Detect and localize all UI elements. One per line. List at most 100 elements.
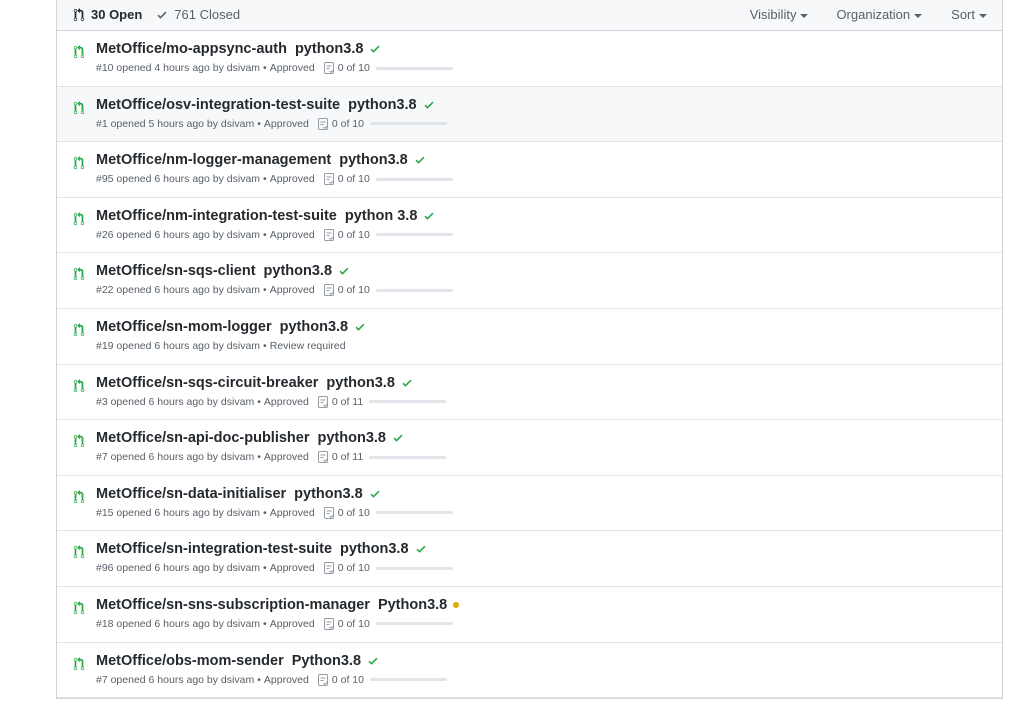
check-icon[interactable] xyxy=(401,377,413,389)
review-status[interactable]: Approved xyxy=(270,507,315,519)
pull-request-label[interactable]: python3.8 xyxy=(326,375,394,391)
pull-request-label[interactable]: python3.8 xyxy=(295,41,363,57)
pull-request-meta: #96 opened 6 hours ago by dsivam xyxy=(96,562,261,575)
pull-request-icon xyxy=(73,489,85,504)
pull-request-title[interactable]: MetOffice/mo-appsync-auth xyxy=(96,41,287,57)
pull-request-row[interactable]: MetOffice/sn-data-initialiser python3.8 #1… xyxy=(57,475,1002,532)
pull-request-icon xyxy=(73,100,85,115)
review-status[interactable]: Approved xyxy=(270,229,315,241)
task-progress-bar xyxy=(369,455,447,459)
organization-dropdown[interactable]: Organization xyxy=(836,7,923,22)
open-count: 30 Open xyxy=(91,7,143,22)
pull-request-title[interactable]: MetOffice/sn-data-initialiser xyxy=(96,486,286,502)
visibility-dropdown[interactable]: Visibility xyxy=(750,7,809,22)
pull-request-icon xyxy=(73,211,85,226)
closed-filter-link[interactable]: 761 Closed xyxy=(156,7,240,22)
pull-request-title[interactable]: MetOffice/sn-api-doc-publisher xyxy=(96,430,310,446)
review-status[interactable]: Approved xyxy=(270,284,315,296)
sort-dropdown[interactable]: Sort xyxy=(951,7,987,22)
pull-request-row[interactable]: MetOffice/sn-sns-subscription-manager Pyt… xyxy=(57,586,1002,643)
open-filter-link[interactable]: 30 Open xyxy=(73,7,142,22)
pull-request-row[interactable]: MetOffice/sn-api-doc-publisher python3.8 #… xyxy=(57,420,1002,476)
pull-request-row[interactable]: MetOffice/sn-sqs-circuit-breaker python3.… xyxy=(57,364,1002,421)
check-icon[interactable] xyxy=(392,432,404,444)
task-progress-bar xyxy=(375,233,453,237)
pull-request-title[interactable]: MetOffice/sn-integration-test-suite xyxy=(96,541,332,557)
pull-request-label[interactable]: python3.8 xyxy=(294,486,362,502)
pull-request-label[interactable]: python3.8 xyxy=(340,541,408,557)
task-count: 0 of 10 xyxy=(337,62,370,74)
pull-request-title[interactable]: MetOffice/nm-logger-management xyxy=(96,152,331,168)
separator-dot: • xyxy=(263,284,267,297)
check-icon[interactable] xyxy=(415,543,427,555)
pull-request-title[interactable]: MetOffice/sn-sns-subscription-manager xyxy=(96,597,370,613)
pull-request-row[interactable]: MetOffice/nm-integration-test-suite pytho… xyxy=(57,197,1002,254)
pull-request-row[interactable]: MetOffice/nm-logger-management python3.8 #… xyxy=(57,142,1002,198)
pull-request-row[interactable]: MetOffice/mo-appsync-auth python3.8 #10 op… xyxy=(57,31,1002,87)
check-icon[interactable] xyxy=(338,265,350,277)
checklist-icon xyxy=(323,562,335,575)
review-status[interactable]: Approved xyxy=(270,173,315,185)
pull-request-meta: #22 opened 6 hours ago by dsivam xyxy=(96,284,261,297)
pull-request-label[interactable]: python3.8 xyxy=(280,319,348,335)
pull-request-meta: #7 opened 6 hours ago by dsivam xyxy=(96,673,255,686)
pull-request-title[interactable]: MetOffice/sn-mom-logger xyxy=(96,319,272,335)
check-icon[interactable] xyxy=(423,99,435,111)
checklist-icon xyxy=(323,617,335,630)
task-progress: 0 of 10 xyxy=(323,173,453,186)
pull-request-row[interactable]: MetOffice/osv-integration-test-suite pyth… xyxy=(57,86,1002,143)
task-count: 0 of 10 xyxy=(337,284,370,297)
pull-request-label[interactable]: Python3.8 xyxy=(378,597,447,613)
review-status[interactable]: Approved xyxy=(264,396,309,408)
task-count: 0 of 11 xyxy=(331,395,364,408)
task-progress: 0 of 10 xyxy=(323,506,453,519)
pull-request-label[interactable]: python3.8 xyxy=(348,97,416,113)
pull-request-title[interactable]: MetOffice/sn-sqs-circuit-breaker xyxy=(96,375,318,391)
pull-request-title[interactable]: MetOffice/sn-sqs-client xyxy=(96,263,256,279)
pull-request-label[interactable]: python3.8 xyxy=(318,430,386,446)
pull-request-row[interactable]: MetOffice/sn-mom-logger python3.8 #19 open… xyxy=(57,308,1002,365)
checklist-icon xyxy=(317,395,329,408)
pull-request-title[interactable]: MetOffice/osv-integration-test-suite xyxy=(96,97,340,113)
pull-request-label[interactable]: python3.8 xyxy=(264,263,332,279)
review-status[interactable]: Review required xyxy=(270,340,346,352)
review-status[interactable]: Approved xyxy=(264,674,309,686)
task-progress-bar xyxy=(375,288,453,292)
check-icon[interactable] xyxy=(367,655,379,667)
caret-down-icon xyxy=(979,13,987,18)
review-status[interactable]: Approved xyxy=(264,118,309,130)
check-icon[interactable] xyxy=(414,154,426,166)
review-status[interactable]: Approved xyxy=(270,618,315,630)
caret-down-icon xyxy=(800,13,809,18)
pull-request-title[interactable]: MetOffice/obs-mom-sender xyxy=(96,653,284,669)
task-count: 0 of 10 xyxy=(331,117,364,130)
task-progress: 0 of 11 xyxy=(317,451,447,464)
checklist-icon xyxy=(317,673,329,686)
pull-request-icon xyxy=(73,656,85,671)
pending-dot-icon[interactable] xyxy=(453,601,460,608)
filter-bar: Visibility Organization Sort xyxy=(750,7,1002,22)
task-progress: 0 of 10 xyxy=(323,62,453,74)
check-icon[interactable] xyxy=(423,210,435,222)
review-status[interactable]: Approved xyxy=(264,451,309,463)
pull-request-label[interactable]: python 3.8 xyxy=(345,208,418,224)
pull-request-row[interactable]: MetOffice/obs-mom-sender Python3.8 #7 open… xyxy=(57,642,1002,699)
review-status[interactable]: Approved xyxy=(270,62,315,74)
pull-request-row[interactable]: MetOffice/sn-sqs-client python3.8 #22 open… xyxy=(57,253,1002,309)
task-progress-bar xyxy=(369,678,447,682)
review-status[interactable]: Approved xyxy=(270,562,315,574)
pull-request-label[interactable]: Python3.8 xyxy=(292,653,361,669)
closed-count: 761 Closed xyxy=(174,7,241,22)
check-icon[interactable] xyxy=(354,321,366,333)
task-progress-bar xyxy=(369,400,447,404)
check-icon[interactable] xyxy=(369,488,381,500)
pull-request-icon xyxy=(73,545,85,559)
task-progress: 0 of 10 xyxy=(323,617,453,630)
pull-request-row[interactable]: MetOffice/sn-integration-test-suite pytho… xyxy=(57,531,1002,587)
pull-request-label[interactable]: python3.8 xyxy=(339,152,407,168)
check-icon[interactable] xyxy=(369,43,381,55)
pull-request-title[interactable]: MetOffice/nm-integration-test-suite xyxy=(96,208,337,224)
task-progress: 0 of 10 xyxy=(323,228,453,241)
pull-request-icon xyxy=(73,45,85,59)
pull-request-icon xyxy=(73,7,85,22)
